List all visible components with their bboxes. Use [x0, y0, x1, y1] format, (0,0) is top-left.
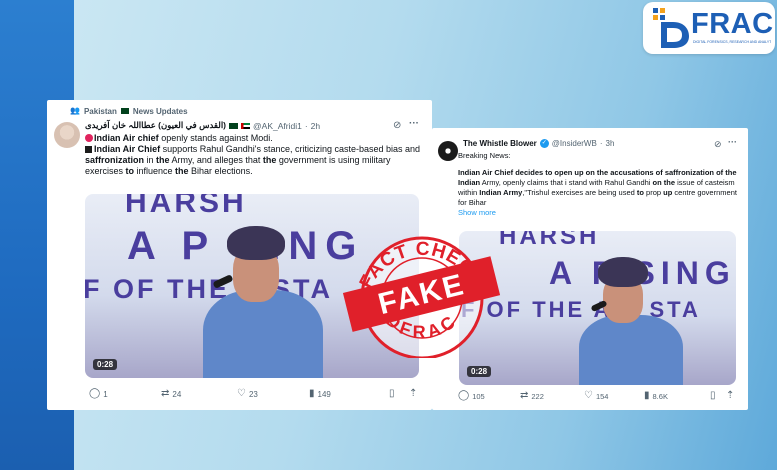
view-count: 149 — [317, 389, 331, 399]
display-name[interactable]: The Whistle Blower — [463, 139, 537, 148]
tweet-text: Indian Air chief openly stands against M… — [85, 133, 421, 176]
timestamp[interactable]: 2h — [311, 121, 320, 131]
breaking-news-label: Breaking News: — [458, 151, 511, 160]
user-line: The Whistle Blower ✓ @InsiderWB · 3h — [463, 139, 615, 148]
community-context[interactable]: 👥 Pakistan News Updates — [70, 106, 188, 116]
grok-icon[interactable]: ⊘ — [393, 121, 401, 131]
display-name[interactable]: (القدس في العيون) عطااللہ خان آفریدی — [85, 120, 226, 131]
reply-count: 105 — [472, 391, 485, 401]
views-button[interactable]: ▮ 149 — [309, 389, 331, 399]
context-community: News Updates — [132, 106, 188, 116]
speaker-body — [579, 315, 683, 385]
repost-count: 24 — [172, 389, 182, 399]
avatar[interactable] — [54, 122, 80, 148]
timestamp[interactable]: 3h — [606, 139, 615, 148]
context-label: Pakistan — [83, 106, 117, 116]
heart-icon: ♡ — [584, 390, 593, 401]
people-icon: 👥 — [70, 106, 80, 115]
user-line: (القدس في العيون) عطااللہ خان آفریدی @AK… — [85, 120, 321, 131]
repost-button[interactable]: ⇄ 222 — [520, 391, 544, 401]
views-button[interactable]: ▮ 8.6K — [644, 391, 668, 401]
more-options-icon[interactable]: ··· — [728, 137, 737, 147]
grok-icon[interactable]: ⊘ — [714, 139, 722, 149]
repost-count: 222 — [531, 391, 544, 401]
like-button[interactable]: ♡ 154 — [584, 391, 608, 401]
backdrop-text-1: HARSH — [499, 231, 600, 250]
share-icon: ⇡ — [409, 388, 418, 399]
share-button[interactable]: ⇡ — [726, 391, 734, 401]
speaker-turban — [598, 257, 648, 287]
verified-badge-icon: ✓ — [539, 139, 549, 148]
bookmark-button[interactable]: ▯ — [710, 391, 716, 401]
repost-icon: ⇄ — [161, 388, 170, 399]
pakistan-flag-icon — [120, 108, 129, 114]
heart-icon: ♡ — [237, 388, 246, 399]
like-count: 23 — [248, 389, 258, 399]
video-duration: 0:28 — [467, 366, 492, 377]
more-options-icon[interactable]: ··· — [409, 119, 419, 129]
view-count: 8.6K — [652, 391, 668, 401]
logo-subtitle: DIGITAL FORENSICS, RESEARCH AND ANALYTIC… — [693, 40, 771, 44]
like-button[interactable]: ♡ 23 — [237, 389, 258, 399]
tweet-text: Breaking News: Indian Air Chief decides … — [458, 151, 740, 218]
logo-wordmark: FRAC — [691, 8, 774, 40]
uae-flag-icon — [241, 122, 251, 129]
like-count: 154 — [595, 391, 609, 401]
reply-button[interactable]: ◯ 105 — [458, 391, 485, 401]
fact-check-fake-stamp: FACT CHECK DFRAC FAKE — [342, 236, 501, 358]
share-button[interactable]: ⇡ — [409, 389, 417, 399]
black-square-icon — [85, 146, 92, 153]
handle[interactable]: @AK_Afridi1 — [253, 121, 302, 131]
repost-icon: ⇄ — [520, 390, 529, 401]
avatar[interactable] — [438, 141, 458, 161]
speaker-turban — [227, 226, 285, 260]
video-duration: 0:28 — [93, 359, 118, 370]
bookmark-button[interactable]: ▯ — [389, 389, 395, 399]
show-more-link[interactable]: Show more — [458, 208, 740, 218]
bookmark-icon: ▯ — [389, 388, 395, 399]
reply-count: 1 — [103, 389, 108, 399]
pakistan-flag-icon — [229, 122, 239, 129]
speaker-body — [203, 290, 323, 378]
backdrop-text-1: HARSH — [125, 194, 247, 219]
share-icon: ⇡ — [726, 390, 735, 401]
reply-button[interactable]: ◯ 1 — [89, 389, 108, 399]
repost-button[interactable]: ⇄ 24 — [161, 389, 181, 399]
bookmark-icon: ▯ — [710, 390, 716, 401]
handle[interactable]: @InsiderWB — [552, 139, 597, 148]
dfrac-logo: FRAC DIGITAL FORENSICS, RESEARCH AND ANA… — [643, 2, 775, 54]
analytics-icon: ▮ — [309, 388, 315, 399]
analytics-icon: ▮ — [644, 390, 650, 401]
red-circle-icon — [85, 134, 93, 142]
reply-icon: ◯ — [89, 388, 101, 399]
reply-icon: ◯ — [458, 390, 470, 401]
dfrac-logo-icon — [653, 8, 689, 48]
